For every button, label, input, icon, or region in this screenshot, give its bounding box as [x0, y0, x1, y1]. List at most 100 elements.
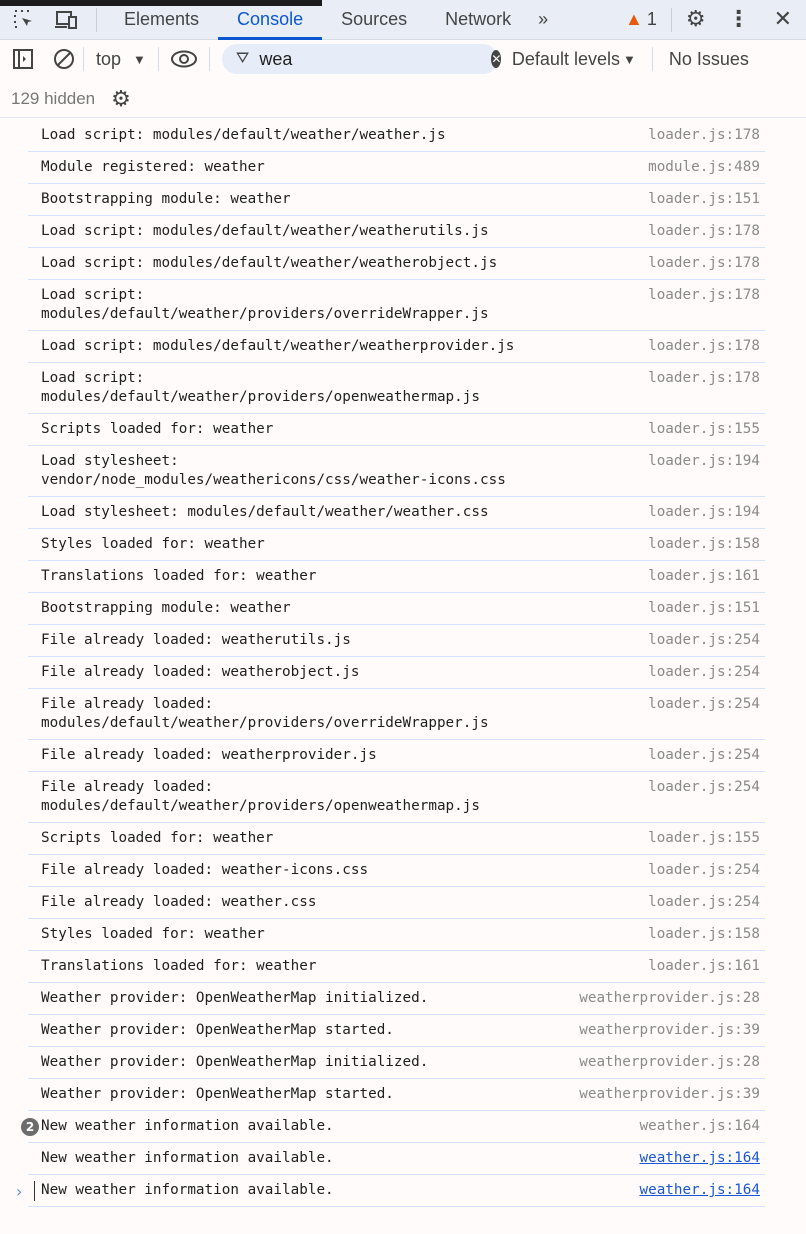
source-link[interactable]: loader.js:178	[648, 337, 760, 356]
console-message: Styles loaded for: weather loader.js:158	[28, 529, 765, 561]
message-text: Translations loaded for: weather	[41, 958, 317, 974]
source-link[interactable]: loader.js:194	[648, 452, 760, 490]
message-text: File already loaded: weatherutils.js	[41, 632, 351, 648]
console-toolbar: top▼ ⛛ ✕ Default levels▼ No Issues	[0, 41, 806, 77]
filter-icon: ⛛	[235, 50, 250, 67]
console-message: File already loaded: weather.css loader.j…	[28, 887, 765, 919]
console-message: Weather provider: OpenWeatherMap started…	[28, 1015, 765, 1047]
source-link[interactable]: loader.js:161	[648, 567, 760, 586]
source-link[interactable]: loader.js:155	[648, 420, 760, 439]
source-link[interactable]: loader.js:254	[648, 893, 760, 912]
source-link[interactable]: weather.js:164	[639, 1149, 760, 1168]
source-link[interactable]: module.js:489	[648, 158, 760, 177]
message-text: File already loaded: weather.css	[41, 894, 317, 910]
log-levels-dropdown[interactable]: Default levels ▼	[512, 49, 636, 70]
source-link[interactable]: loader.js:254	[648, 746, 760, 765]
message-text: Weather provider: OpenWeatherMap started…	[41, 1022, 394, 1038]
message-text: File already loaded: modules/default/wea…	[41, 696, 489, 731]
source-link[interactable]: loader.js:178	[648, 222, 760, 241]
console-messages: Load script: modules/default/weather/wea…	[0, 120, 806, 1207]
tab-network[interactable]: Network	[426, 0, 530, 40]
source-link[interactable]: loader.js:158	[648, 925, 760, 944]
message-text: New weather information available.	[41, 1118, 334, 1134]
dropdown-arrow-icon: ▼	[622, 51, 636, 67]
sidebar-toggle-icon[interactable]	[13, 49, 33, 69]
message-text: Load script: modules/default/weather/pro…	[41, 370, 480, 405]
source-link[interactable]: loader.js:161	[648, 957, 760, 976]
console-message: Module registered: weather module.js:489	[28, 152, 765, 184]
message-text: Weather provider: OpenWeatherMap initial…	[41, 1054, 429, 1070]
source-link[interactable]: loader.js:254	[648, 631, 760, 650]
source-link[interactable]: weatherprovider.js:28	[579, 989, 760, 1008]
console-message: Weather provider: OpenWeatherMap initial…	[28, 1047, 765, 1079]
source-link[interactable]: weatherprovider.js:39	[579, 1085, 760, 1104]
prompt-chevron-icon: ›	[16, 1181, 23, 1201]
source-link[interactable]: loader.js:155	[648, 829, 760, 848]
source-link[interactable]: loader.js:158	[648, 535, 760, 554]
console-settings-gear-icon[interactable]: ⚙	[111, 86, 131, 112]
console-message: File already loaded: weatherutils.js load…	[28, 625, 765, 657]
source-link[interactable]: loader.js:194	[648, 503, 760, 522]
device-toolbar-icon[interactable]	[52, 10, 80, 30]
source-link[interactable]: loader.js:178	[648, 369, 760, 407]
message-text: Translations loaded for: weather	[41, 568, 317, 584]
context-selector[interactable]: top ▼	[92, 49, 150, 70]
issues-button[interactable]: No Issues	[669, 49, 749, 70]
tab-sources[interactable]: Sources	[322, 0, 426, 40]
console-message: Load script: modules/default/weather/wea…	[28, 248, 765, 280]
settings-gear-icon[interactable]: ⚙	[686, 7, 706, 32]
console-message: Styles loaded for: weather loader.js:158	[28, 919, 765, 951]
console-message: Weather provider: OpenWeatherMap started…	[28, 1079, 765, 1111]
source-link[interactable]: weather.js:164	[639, 1117, 760, 1136]
console-message: Scripts loaded for: weather loader.js:155	[28, 414, 765, 446]
source-link[interactable]: loader.js:254	[648, 778, 760, 816]
message-text: Weather provider: OpenWeatherMap started…	[41, 1086, 394, 1102]
devtools-tab-bar: Elements Console Sources Network » ▲ 1 ⚙ …	[0, 0, 806, 40]
warning-icon: ▲	[624, 9, 643, 29]
message-text: Load script: modules/default/weather/wea…	[41, 255, 498, 271]
source-link[interactable]: loader.js:178	[648, 126, 760, 145]
dropdown-arrow-icon: ▼	[133, 51, 146, 67]
source-link[interactable]: loader.js:151	[648, 599, 760, 618]
source-link[interactable]: loader.js:178	[648, 286, 760, 324]
message-text: Load stylesheet: modules/default/weather…	[41, 504, 489, 520]
source-link[interactable]: loader.js:254	[648, 695, 760, 733]
message-text: Load stylesheet: vendor/node_modules/wea…	[41, 453, 506, 488]
message-text: Load script: modules/default/weather/wea…	[41, 223, 489, 239]
console-message: Load script: modules/default/weather/pro…	[28, 363, 765, 414]
filter-input[interactable]	[259, 48, 492, 70]
console-message: Weather provider: OpenWeatherMap initial…	[28, 983, 765, 1015]
close-icon[interactable]: ✕	[774, 7, 792, 32]
console-message: Translations loaded for: weather loader.j…	[28, 561, 765, 593]
message-text: Weather provider: OpenWeatherMap initial…	[41, 990, 429, 1006]
inspect-element-icon[interactable]	[12, 9, 36, 31]
hidden-count: 129 hidden	[11, 88, 96, 108]
more-tabs-button[interactable]: »	[530, 0, 556, 40]
message-text: Load script: modules/default/weather/wea…	[41, 127, 446, 143]
console-message: Load script: modules/default/weather/pro…	[28, 280, 765, 331]
source-link[interactable]: loader.js:178	[648, 254, 760, 273]
more-options-icon[interactable]: ⋮	[728, 7, 750, 32]
source-link[interactable]: weatherprovider.js:28	[579, 1053, 760, 1072]
console-message: File already loaded: weather-icons.css lo…	[28, 855, 765, 887]
hidden-messages-bar: 129 hidden ⚙	[0, 80, 806, 118]
source-link[interactable]: weather.js:164	[639, 1181, 760, 1200]
live-expression-eye-icon[interactable]	[170, 50, 197, 68]
filter-box: ⛛ ✕	[221, 44, 502, 74]
message-text: Styles loaded for: weather	[41, 536, 265, 552]
message-text: File already loaded: weatherprovider.js	[41, 747, 377, 763]
clear-filter-icon[interactable]: ✕	[491, 50, 502, 68]
console-message: Load stylesheet: vendor/node_modules/wea…	[28, 446, 765, 497]
source-link[interactable]: weatherprovider.js:39	[579, 1021, 760, 1040]
source-link[interactable]: loader.js:254	[648, 663, 760, 682]
message-text: Load script: modules/default/weather/pro…	[41, 287, 489, 322]
clear-console-icon[interactable]	[53, 48, 75, 70]
source-link[interactable]: loader.js:151	[648, 190, 760, 209]
console-message: Load script: modules/default/weather/wea…	[28, 120, 765, 152]
console-message: Translations loaded for: weather loader.j…	[28, 951, 765, 983]
console-message: Bootstrapping module: weather loader.js:1…	[28, 593, 765, 625]
console-prompt[interactable]: ›	[16, 1180, 36, 1202]
warnings-button[interactable]: ▲ 1	[625, 9, 657, 30]
console-message: New weather information available. weathe…	[28, 1143, 765, 1175]
source-link[interactable]: loader.js:254	[648, 861, 760, 880]
